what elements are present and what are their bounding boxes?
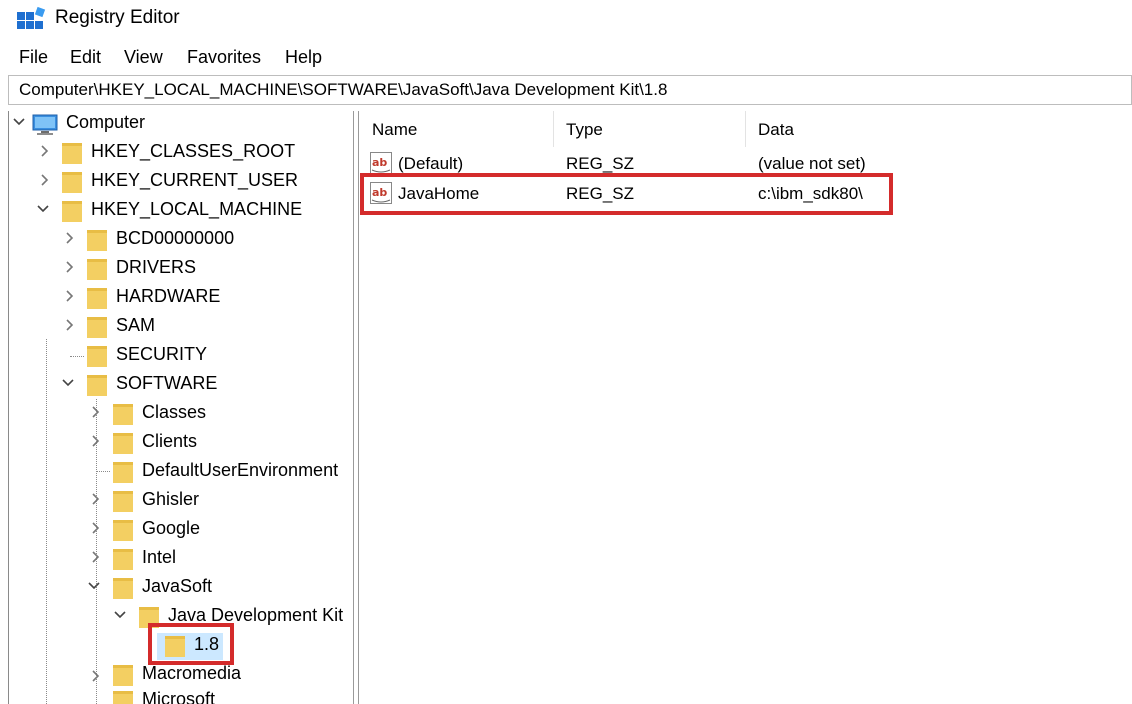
folder-icon [113, 462, 133, 483]
menu-favorites[interactable]: Favorites [187, 47, 261, 68]
column-header-name[interactable]: Name [360, 111, 553, 147]
chevron-right-icon[interactable] [88, 404, 104, 420]
column-header-data-label: Data [758, 120, 794, 139]
tree-label-microsoft: Microsoft [142, 689, 216, 704]
chevron-right-icon[interactable] [37, 172, 53, 188]
chevron-right-icon[interactable] [88, 520, 104, 536]
tree-label-bcd: BCD00000000 [116, 228, 235, 248]
folder-icon [113, 520, 133, 541]
chevron-right-icon[interactable] [88, 668, 104, 684]
key-tree-pane[interactable]: Computer HKEY_CLASSES_ROOT HKEY_CURRENT_… [8, 111, 353, 704]
string-value-icon: ab [370, 182, 392, 204]
pane-splitter[interactable] [353, 111, 359, 704]
value-data: c:\ibm_sdk80\ [758, 184, 863, 203]
folder-icon [113, 549, 133, 570]
registry-editor-icon [17, 6, 46, 29]
folder-icon [139, 607, 159, 628]
column-header-data[interactable]: Data [746, 111, 1132, 147]
chevron-right-icon[interactable] [62, 288, 78, 304]
column-header-type-label: Type [566, 120, 603, 139]
folder-icon [87, 317, 107, 338]
folder-icon [62, 172, 82, 193]
folder-icon [113, 491, 133, 512]
folder-icon [62, 143, 82, 164]
tree-label-hkcu: HKEY_CURRENT_USER [91, 170, 299, 190]
string-value-icon: ab [370, 152, 392, 174]
folder-icon [87, 375, 107, 396]
chevron-right-icon[interactable] [88, 433, 104, 449]
title-bar: Registry Editor [0, 0, 1132, 40]
menu-file[interactable]: File [19, 47, 48, 68]
chevron-down-icon[interactable] [86, 578, 102, 594]
tree-label-1-8: 1.8 [194, 634, 220, 654]
tree-label-ghisler: Ghisler [142, 489, 200, 509]
menu-view[interactable]: View [124, 47, 163, 68]
tree-label-javasoft: JavaSoft [142, 576, 213, 596]
folder-icon [113, 691, 133, 704]
chevron-right-icon[interactable] [37, 143, 53, 159]
value-name: JavaHome [398, 184, 480, 203]
tree-label-hardware: HARDWARE [116, 286, 221, 306]
tree-label-security: SECURITY [116, 344, 208, 364]
folder-icon [113, 433, 133, 454]
chevron-right-icon[interactable] [88, 549, 104, 565]
folder-icon [87, 259, 107, 280]
value-row-javahome[interactable]: ab JavaHome REG_SZ c:\ibm_sdk80\ [360, 179, 1132, 209]
tree-connector [70, 356, 84, 357]
column-header-name-label: Name [372, 120, 418, 139]
value-type: REG_SZ [566, 154, 635, 173]
svg-text:ab: ab [372, 156, 387, 169]
tree-label-clients: Clients [142, 431, 198, 451]
folder-icon [62, 201, 82, 222]
computer-icon [32, 114, 58, 135]
address-bar[interactable]: Computer\HKEY_LOCAL_MACHINE\SOFTWARE\Jav… [8, 75, 1132, 105]
value-row-default[interactable]: ab (Default) REG_SZ (value not set) [360, 149, 1132, 179]
value-list-pane[interactable]: Name Type Data ab (Default) REG_SZ (valu… [360, 111, 1132, 704]
tree-label-macromedia: Macromedia [142, 663, 242, 683]
menu-edit[interactable]: Edit [70, 47, 101, 68]
folder-icon [165, 636, 185, 657]
chevron-right-icon[interactable] [88, 491, 104, 507]
tree-connector [46, 339, 47, 704]
chevron-right-icon[interactable] [62, 259, 78, 275]
value-data: (value not set) [758, 154, 866, 173]
chevron-right-icon[interactable] [62, 230, 78, 246]
tree-label-sam: SAM [116, 315, 156, 335]
tree-label-hklm: HKEY_LOCAL_MACHINE [91, 199, 303, 219]
tree-label-computer: Computer [66, 112, 146, 132]
tree-label-java-development-kit: Java Development Kit [168, 605, 344, 625]
folder-icon [87, 230, 107, 251]
value-type: REG_SZ [566, 184, 635, 203]
chevron-right-icon[interactable] [62, 317, 78, 333]
menu-help[interactable]: Help [285, 47, 322, 68]
address-path: Computer\HKEY_LOCAL_MACHINE\SOFTWARE\Jav… [19, 80, 668, 99]
tree-label-software: SOFTWARE [116, 373, 218, 393]
folder-icon [87, 288, 107, 309]
folder-icon [113, 665, 133, 686]
chevron-down-icon[interactable] [112, 607, 128, 623]
tree-label-hkcr: HKEY_CLASSES_ROOT [91, 141, 296, 161]
folder-icon [87, 346, 107, 367]
folder-icon [113, 578, 133, 599]
tree-label-classes: Classes [142, 402, 207, 422]
tree-label-intel: Intel [142, 547, 177, 567]
value-name: (Default) [398, 154, 464, 173]
tree-label-google: Google [142, 518, 201, 538]
window-title: Registry Editor [55, 7, 180, 28]
column-header-type[interactable]: Type [554, 111, 745, 147]
tree-label-drivers: DRIVERS [116, 257, 197, 277]
svg-text:ab: ab [372, 186, 387, 199]
tree-label-default-user-environment: DefaultUserEnvironment [142, 460, 339, 480]
chevron-down-icon[interactable] [11, 114, 27, 130]
chevron-down-icon[interactable] [60, 375, 76, 391]
menu-bar: File Edit View Favorites Help [0, 44, 1132, 72]
chevron-down-icon[interactable] [35, 201, 51, 217]
tree-connector [96, 471, 110, 472]
folder-icon [113, 404, 133, 425]
